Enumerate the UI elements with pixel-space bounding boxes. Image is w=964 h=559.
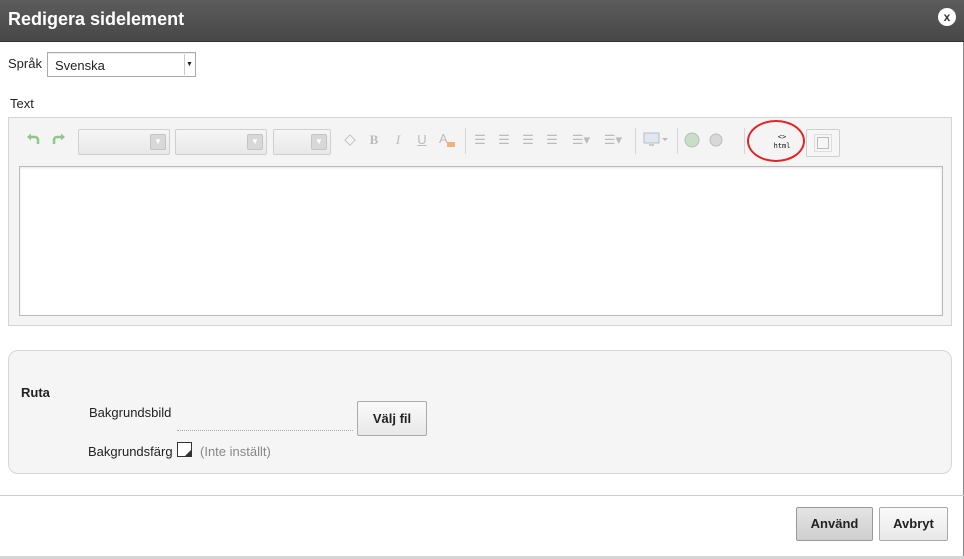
- dialog-titlebar: Redigera sidelement x: [0, 0, 964, 42]
- cancel-button[interactable]: Avbryt: [879, 507, 948, 541]
- fullscreen-icon: [814, 134, 832, 152]
- box-settings-panel: Ruta Bakgrundsbild Välj fil Bakgrundsfär…: [8, 350, 952, 474]
- undo-icon[interactable]: [26, 131, 42, 149]
- dropdown-arrow-icon: ▼: [184, 54, 194, 75]
- language-selected-value: Svenska: [55, 58, 105, 73]
- link-icon[interactable]: [683, 131, 701, 149]
- line-height-dropdown-icon[interactable]: ☰▾: [600, 131, 626, 149]
- media-icon[interactable]: [643, 131, 669, 149]
- background-color-status: (Inte inställt): [200, 444, 271, 459]
- choose-file-button[interactable]: Välj fil: [357, 401, 427, 436]
- language-label: Språk: [8, 56, 42, 71]
- redo-icon[interactable]: [50, 131, 66, 149]
- editor-content-area[interactable]: [19, 166, 943, 316]
- background-color-label: Bakgrundsfärg: [88, 444, 173, 459]
- font-format-dropdown[interactable]: ▼: [175, 129, 267, 155]
- footer-divider: [0, 495, 964, 496]
- chevron-down-icon: ▼: [150, 134, 166, 150]
- html-source-button[interactable]: <> html: [765, 130, 799, 156]
- toolbar-separator: [677, 128, 678, 154]
- bold-button[interactable]: B: [367, 131, 381, 149]
- toolbar-separator: [744, 128, 745, 154]
- html-button-label: html: [773, 142, 791, 150]
- unordered-list-icon[interactable]: ☰: [496, 131, 512, 149]
- background-image-path-field: [177, 430, 353, 431]
- font-family-dropdown[interactable]: ▼: [78, 129, 170, 155]
- outdent-icon[interactable]: ☰: [520, 131, 536, 149]
- toolbar-separator: [635, 128, 636, 154]
- close-icon: x: [943, 10, 951, 24]
- indent-icon[interactable]: ☰: [544, 131, 560, 149]
- chevron-down-icon: ▼: [247, 134, 263, 150]
- text-color-icon[interactable]: A: [438, 131, 456, 149]
- language-select[interactable]: Svenska ▼: [47, 52, 196, 77]
- editor-toolbar: ▼ ▼ ▼ ◇ B I U A ☰ ☰ ☰ ☰ ☰▾ ☰▾ <> html: [9, 118, 951, 164]
- eraser-icon[interactable]: ◇: [342, 131, 358, 149]
- text-label: Text: [10, 96, 34, 111]
- close-button[interactable]: x: [938, 8, 956, 26]
- align-dropdown-icon[interactable]: ☰▾: [568, 131, 594, 149]
- apply-button[interactable]: Använd: [796, 507, 873, 541]
- svg-text:A: A: [439, 131, 448, 146]
- html-code-icon: <>: [777, 133, 787, 141]
- background-image-label: Bakgrundsbild: [89, 405, 172, 420]
- background-color-picker[interactable]: [177, 442, 192, 457]
- font-size-dropdown[interactable]: ▼: [273, 129, 331, 155]
- unlink-icon[interactable]: [707, 131, 725, 149]
- dialog-title: Redigera sidelement: [8, 9, 185, 29]
- chevron-down-icon: ▼: [311, 134, 327, 150]
- fullscreen-button[interactable]: [806, 129, 840, 157]
- toolbar-separator: [465, 128, 466, 154]
- italic-button[interactable]: I: [391, 131, 405, 149]
- ordered-list-icon[interactable]: ☰: [472, 131, 488, 149]
- rich-text-editor: ▼ ▼ ▼ ◇ B I U A ☰ ☰ ☰ ☰ ☰▾ ☰▾ <> html: [8, 117, 952, 326]
- underline-button[interactable]: U: [415, 131, 429, 149]
- box-section-label: Ruta: [21, 385, 50, 400]
